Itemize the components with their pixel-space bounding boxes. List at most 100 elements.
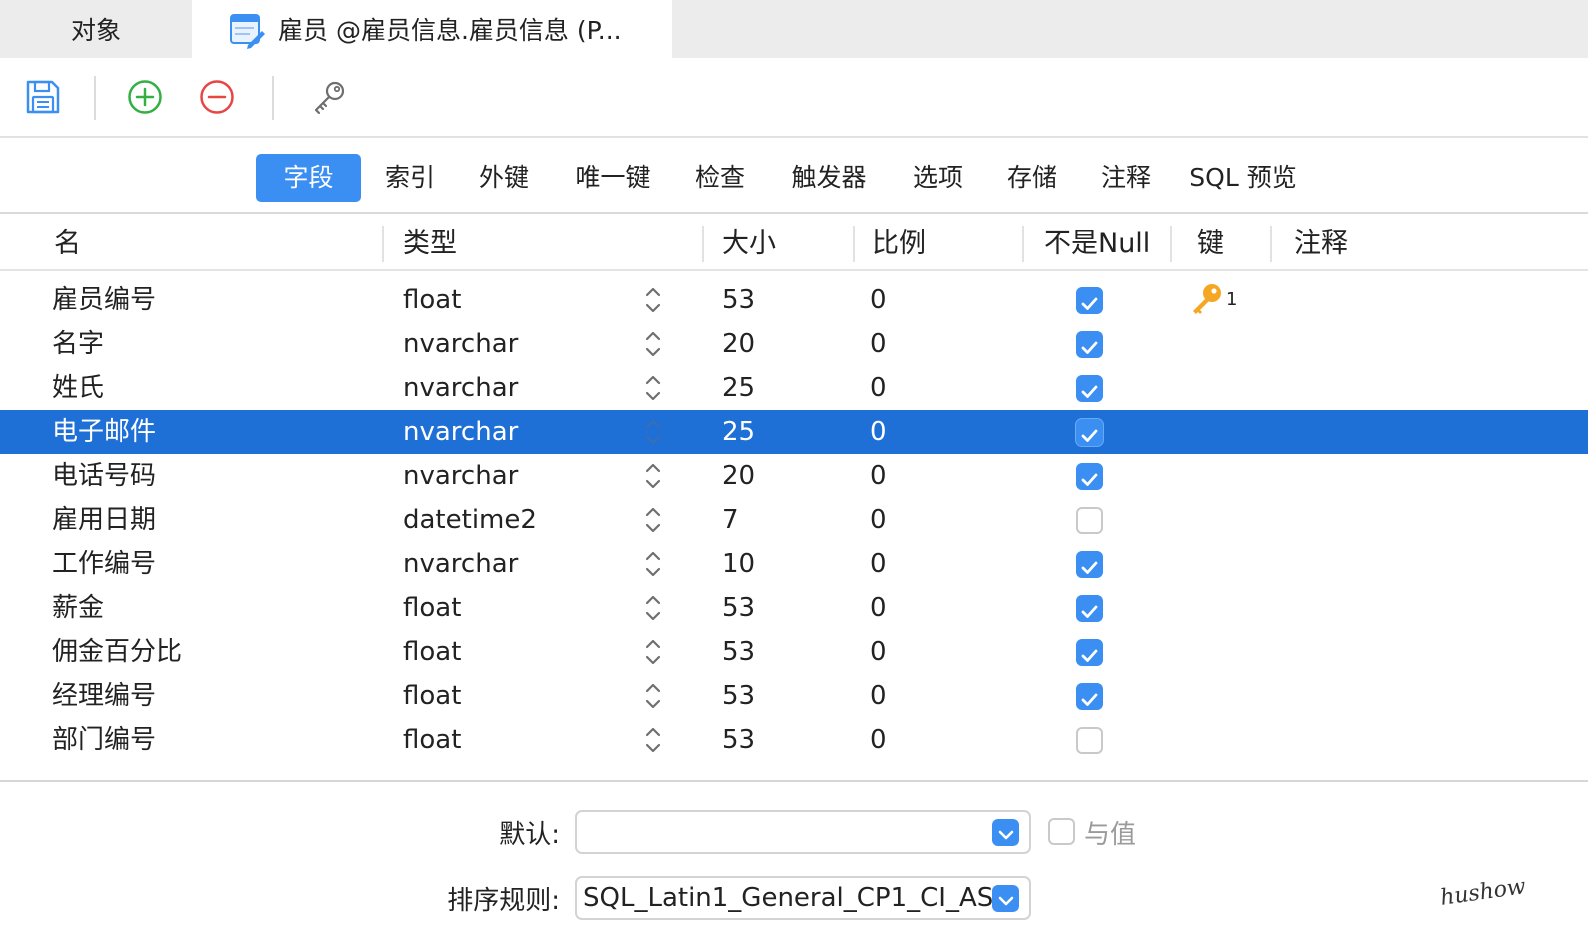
field-type-cell[interactable]: nvarchar — [403, 366, 518, 410]
key-cell[interactable] — [1188, 454, 1248, 498]
not-null-checkbox[interactable] — [1076, 683, 1103, 710]
field-scale-cell[interactable]: 0 — [870, 278, 887, 322]
column-divider[interactable] — [1022, 226, 1024, 262]
not-null-checkbox[interactable] — [1076, 595, 1103, 622]
primary-key-button[interactable] — [308, 78, 350, 120]
type-selector-spinner[interactable] — [642, 498, 664, 542]
type-selector-spinner[interactable] — [642, 366, 664, 410]
table-row[interactable]: 薪金 float 53 0 — [0, 586, 1588, 630]
tab-table-designer[interactable]: 雇员 @雇员信息.雇员信息 (P... — [192, 0, 672, 58]
column-header-name[interactable]: 名 — [54, 216, 81, 271]
subtab-sql-preview[interactable]: SQL 预览 — [1180, 154, 1306, 202]
key-cell[interactable] — [1188, 674, 1248, 718]
key-cell[interactable]: 1 — [1188, 278, 1248, 322]
default-combobox[interactable] — [575, 810, 1031, 854]
key-cell[interactable] — [1188, 498, 1248, 542]
column-header-type[interactable]: 类型 — [403, 216, 457, 271]
type-selector-spinner[interactable] — [642, 454, 664, 498]
default-dropdown-button[interactable] — [992, 819, 1019, 846]
subtab-fields[interactable]: 字段 — [256, 154, 361, 202]
field-name-cell[interactable]: 薪金 — [52, 586, 104, 630]
subtab-unique-keys[interactable]: 唯一键 — [562, 154, 664, 202]
table-row[interactable]: 电子邮件 nvarchar 25 0 — [0, 410, 1588, 454]
field-scale-cell[interactable]: 0 — [870, 630, 887, 674]
column-header-not-null[interactable]: 不是Null — [1044, 216, 1150, 271]
field-type-cell[interactable]: float — [403, 278, 461, 322]
collation-combobox[interactable]: SQL_Latin1_General_CP1_CI_AS — [575, 876, 1031, 920]
type-selector-spinner[interactable] — [642, 410, 664, 454]
save-button[interactable] — [22, 78, 64, 120]
field-type-cell[interactable]: float — [403, 674, 461, 718]
field-type-cell[interactable]: nvarchar — [403, 410, 518, 454]
type-selector-spinner[interactable] — [642, 278, 664, 322]
field-size-cell[interactable]: 53 — [722, 586, 755, 630]
field-scale-cell[interactable]: 0 — [870, 498, 887, 542]
type-selector-spinner[interactable] — [642, 718, 664, 762]
field-size-cell[interactable]: 53 — [722, 674, 755, 718]
column-divider[interactable] — [1270, 226, 1272, 262]
field-size-cell[interactable]: 20 — [722, 454, 755, 498]
field-size-cell[interactable]: 53 — [722, 630, 755, 674]
table-row[interactable]: 雇员编号 float 53 0 1 — [0, 278, 1588, 322]
field-scale-cell[interactable]: 0 — [870, 410, 887, 454]
field-name-cell[interactable]: 电话号码 — [52, 454, 156, 498]
subtab-indexes[interactable]: 索引 — [374, 154, 446, 202]
subtab-comments[interactable]: 注释 — [1090, 154, 1162, 202]
field-name-cell[interactable]: 经理编号 — [52, 674, 156, 718]
field-type-cell[interactable]: nvarchar — [403, 322, 518, 366]
delete-field-button[interactable] — [196, 78, 238, 120]
key-cell[interactable] — [1188, 366, 1248, 410]
subtab-checks[interactable]: 检查 — [684, 154, 756, 202]
field-size-cell[interactable]: 10 — [722, 542, 755, 586]
add-field-button[interactable] — [124, 78, 166, 120]
not-null-checkbox[interactable] — [1076, 463, 1103, 490]
not-null-checkbox[interactable] — [1076, 419, 1103, 446]
not-null-checkbox[interactable] — [1076, 287, 1103, 314]
field-scale-cell[interactable]: 0 — [870, 454, 887, 498]
not-null-checkbox[interactable] — [1076, 551, 1103, 578]
field-size-cell[interactable]: 20 — [722, 322, 755, 366]
type-selector-spinner[interactable] — [642, 542, 664, 586]
column-divider[interactable] — [702, 226, 704, 262]
table-row[interactable]: 名字 nvarchar 20 0 — [0, 322, 1588, 366]
key-cell[interactable] — [1188, 586, 1248, 630]
field-size-cell[interactable]: 53 — [722, 278, 755, 322]
field-type-cell[interactable]: float — [403, 718, 461, 762]
field-name-cell[interactable]: 佣金百分比 — [52, 630, 182, 674]
field-name-cell[interactable]: 雇用日期 — [52, 498, 156, 542]
tab-objects[interactable]: 对象 — [0, 0, 192, 58]
field-name-cell[interactable]: 雇员编号 — [52, 278, 156, 322]
field-scale-cell[interactable]: 0 — [870, 542, 887, 586]
column-divider[interactable] — [382, 226, 384, 262]
table-row[interactable]: 雇用日期 datetime2 7 0 — [0, 498, 1588, 542]
column-header-size[interactable]: 大小 — [722, 216, 776, 271]
not-null-checkbox[interactable] — [1076, 639, 1103, 666]
type-selector-spinner[interactable] — [642, 586, 664, 630]
column-header-comment[interactable]: 注释 — [1294, 216, 1348, 271]
field-scale-cell[interactable]: 0 — [870, 322, 887, 366]
column-divider[interactable] — [1170, 226, 1172, 262]
collation-dropdown-button[interactable] — [992, 885, 1019, 912]
field-size-cell[interactable]: 25 — [722, 366, 755, 410]
field-type-cell[interactable]: datetime2 — [403, 498, 537, 542]
field-name-cell[interactable]: 名字 — [52, 322, 104, 366]
subtab-options[interactable]: 选项 — [902, 154, 974, 202]
field-name-cell[interactable]: 部门编号 — [52, 718, 156, 762]
field-type-cell[interactable]: nvarchar — [403, 542, 518, 586]
not-null-checkbox[interactable] — [1076, 727, 1103, 754]
field-name-cell[interactable]: 工作编号 — [52, 542, 156, 586]
subtab-triggers[interactable]: 触发器 — [778, 154, 880, 202]
field-scale-cell[interactable]: 0 — [870, 674, 887, 718]
type-selector-spinner[interactable] — [642, 674, 664, 718]
field-type-cell[interactable]: float — [403, 630, 461, 674]
not-null-checkbox[interactable] — [1076, 331, 1103, 358]
field-scale-cell[interactable]: 0 — [870, 718, 887, 762]
subtab-storage[interactable]: 存储 — [996, 154, 1068, 202]
key-cell[interactable] — [1188, 410, 1248, 454]
not-null-checkbox[interactable] — [1076, 375, 1103, 402]
key-cell[interactable] — [1188, 718, 1248, 762]
column-header-key[interactable]: 键 — [1197, 216, 1224, 271]
key-cell[interactable] — [1188, 630, 1248, 674]
field-type-cell[interactable]: nvarchar — [403, 454, 518, 498]
field-scale-cell[interactable]: 0 — [870, 586, 887, 630]
